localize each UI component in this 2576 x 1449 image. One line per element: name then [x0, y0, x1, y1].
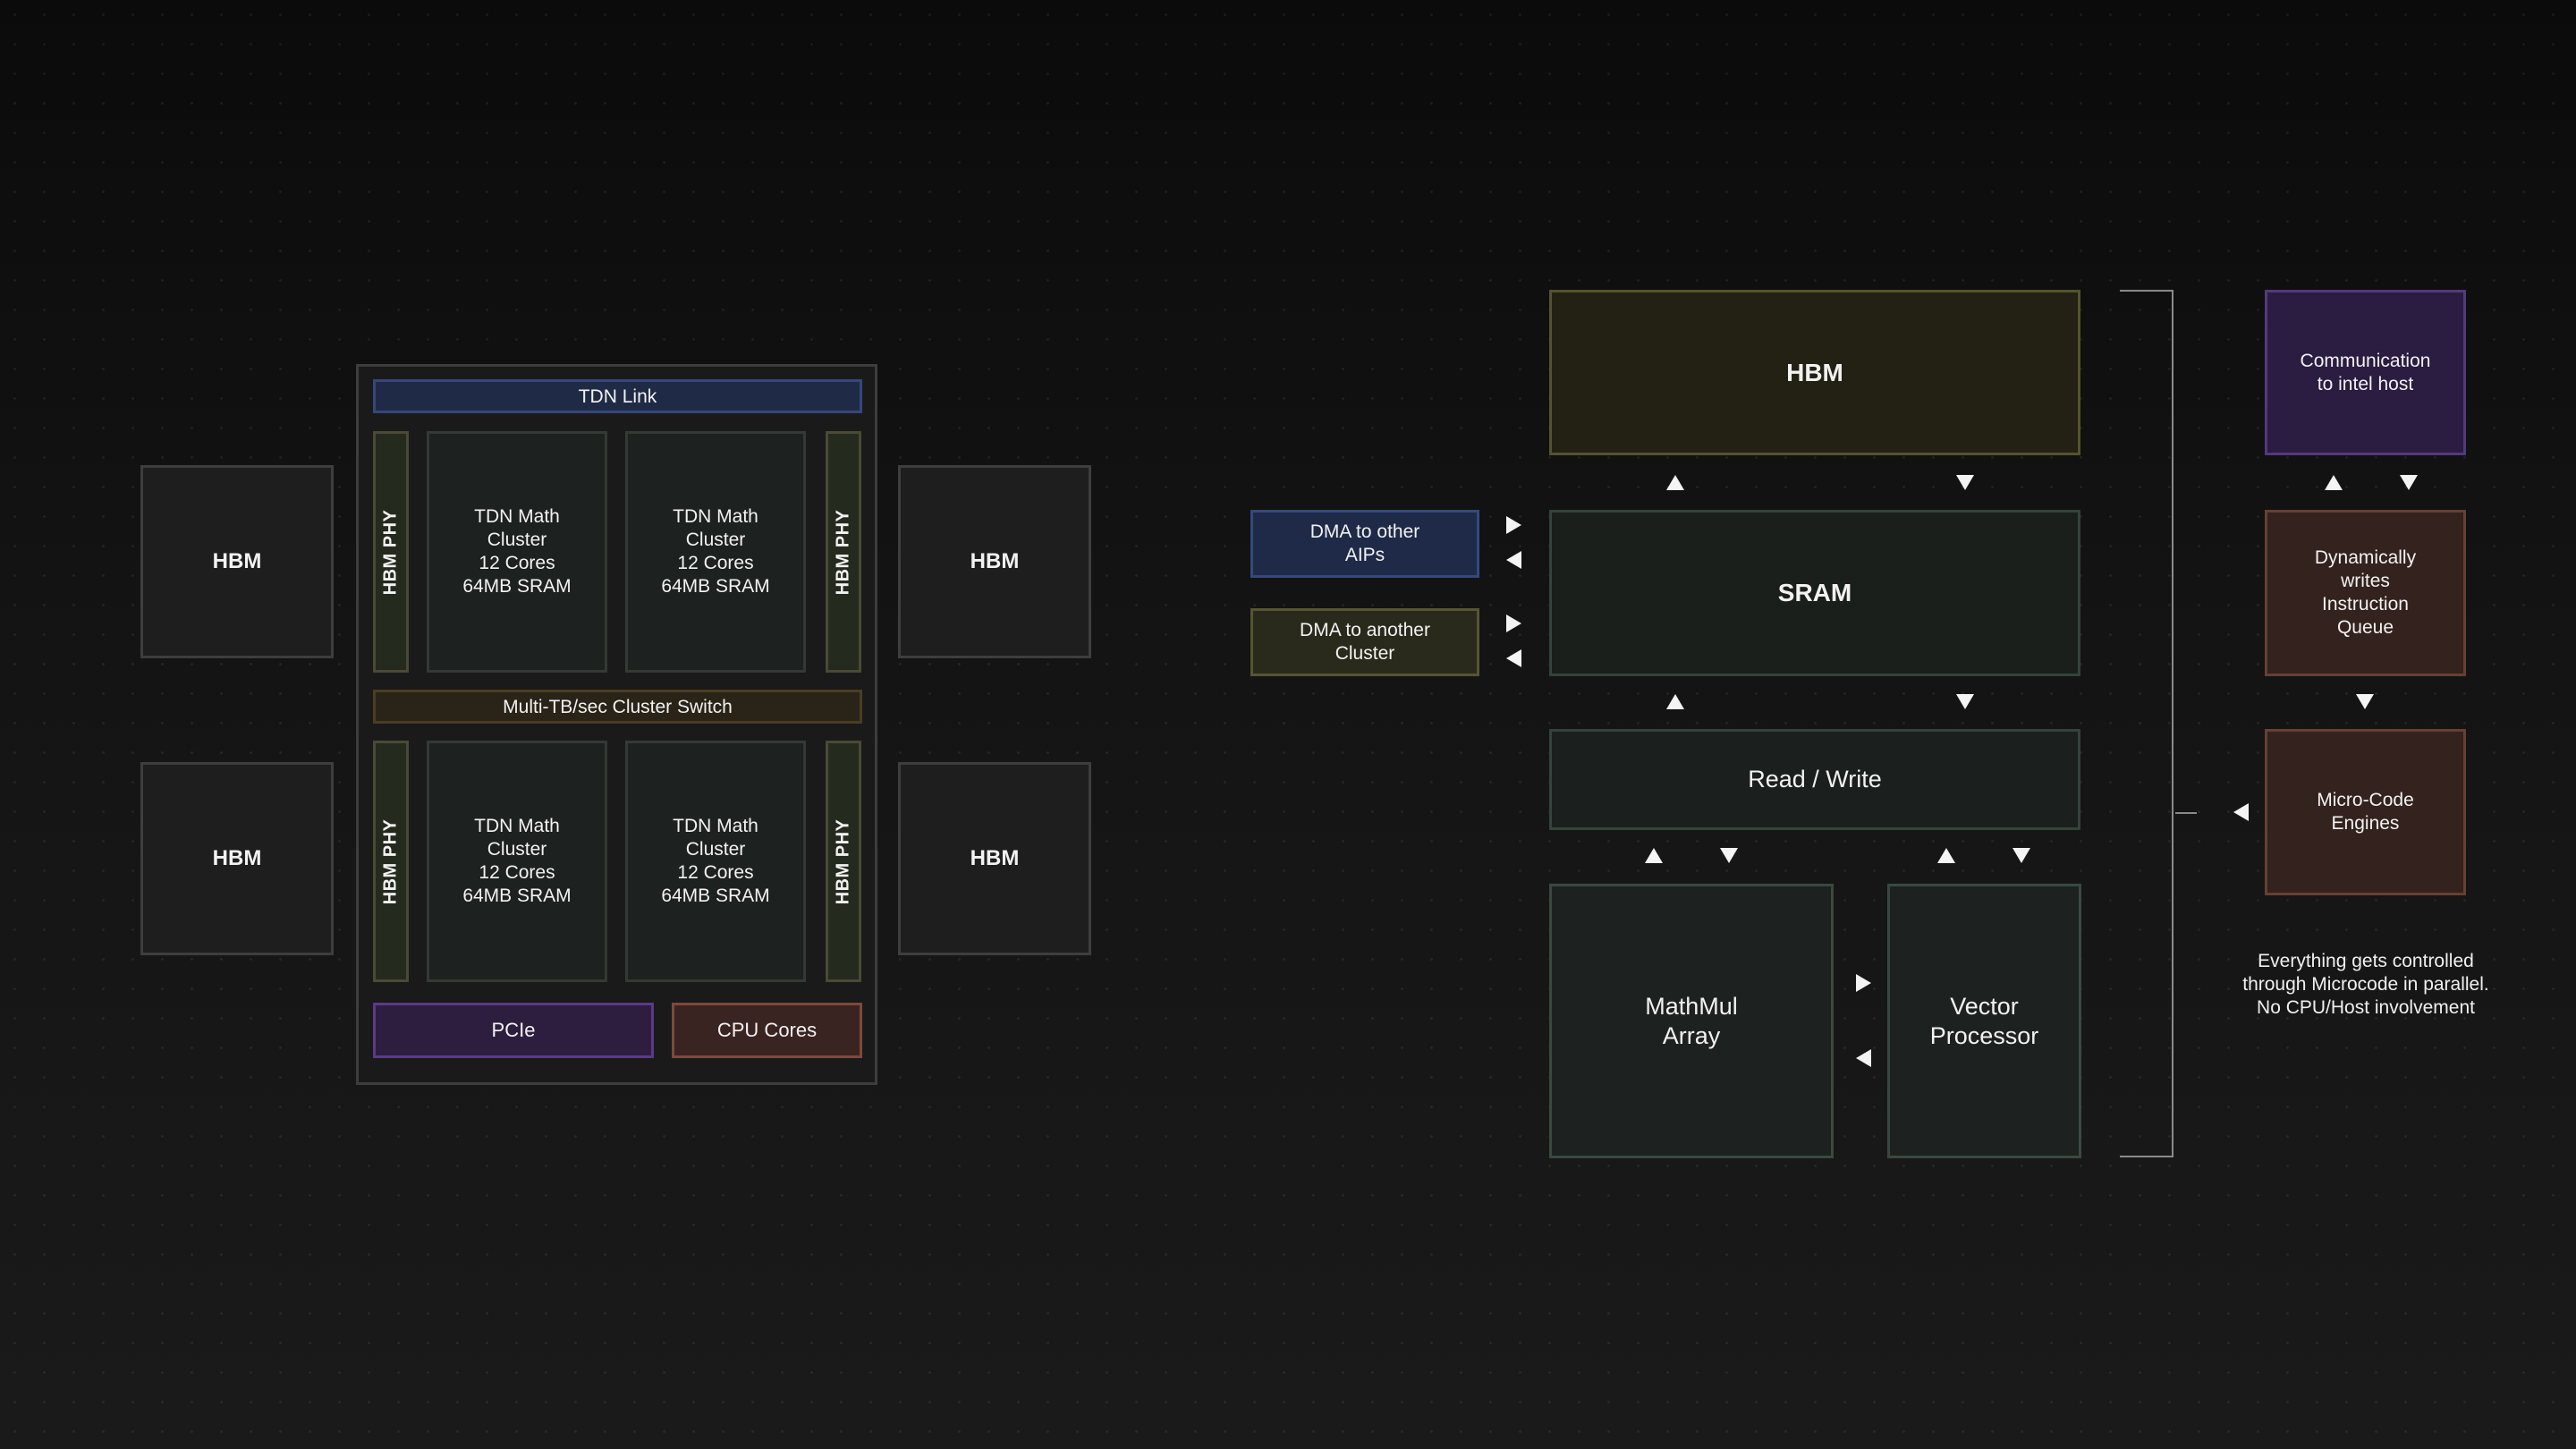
vector-up-arrow-icon: [1937, 848, 1955, 863]
vector-processor-block: Vector Processor: [1887, 884, 2081, 1158]
hbm-phy-top-right: HBM PHY: [826, 431, 861, 673]
communication-block: Communication to intel host: [2265, 290, 2466, 455]
control-bracket-tick: [2175, 812, 2197, 814]
microcode-engines-block: Micro-Code Engines: [2265, 729, 2466, 895]
hbm-block-top-left: HBM: [140, 465, 334, 658]
dma-aips-out-arrow-icon: [1506, 516, 1521, 534]
tdn-math-cluster-3: TDN Math Cluster 12 Cores 64MB SRAM: [427, 741, 607, 982]
mathmul-up-arrow-icon: [1645, 848, 1663, 863]
hbm-block-bottom-right: HBM: [898, 762, 1091, 955]
comm-up-arrow-icon: [2325, 475, 2343, 490]
hbm-block-bottom-left: HBM: [140, 762, 334, 955]
comm-down-arrow-icon: [2400, 475, 2418, 490]
hbm-down-arrow-icon: [1956, 475, 1974, 490]
dma-aips-in-arrow-icon: [1506, 551, 1521, 569]
tdn-math-cluster-2: TDN Math Cluster 12 Cores 64MB SRAM: [625, 431, 806, 673]
cpu-cores-block: CPU Cores: [672, 1003, 862, 1058]
hbm-phy-top-left: HBM PHY: [373, 431, 409, 673]
mathmul-array-block: MathMul Array: [1549, 884, 1834, 1158]
dma-other-aips-block: DMA to other AIPs: [1250, 510, 1479, 578]
vector-down-arrow-icon: [2012, 848, 2030, 863]
control-bracket: [2120, 290, 2174, 1157]
dma-another-cluster-block: DMA to another Cluster: [1250, 608, 1479, 676]
hbm-phy-bottom-left: HBM PHY: [373, 741, 409, 982]
sram-up-arrow-icon: [1666, 694, 1684, 709]
hbm-phy-label: HBM PHY: [380, 818, 401, 904]
microcode-to-bracket-arrow-icon: [2233, 803, 2249, 821]
microcode-note: Everything gets controlled through Micro…: [2242, 951, 2489, 1018]
hbm-up-arrow-icon: [1666, 475, 1684, 490]
dma-cluster-out-arrow-icon: [1506, 614, 1521, 632]
instruction-queue-block: Dynamically writes Instruction Queue: [2265, 510, 2466, 676]
pcie-block: PCIe: [373, 1003, 654, 1058]
queue-down-arrow-icon: [2356, 694, 2374, 709]
tdn-math-cluster-4: TDN Math Cluster 12 Cores 64MB SRAM: [625, 741, 806, 982]
hbm-phy-label: HBM PHY: [380, 509, 401, 595]
hbm-phy-label: HBM PHY: [833, 509, 853, 595]
tdn-math-cluster-1: TDN Math Cluster 12 Cores 64MB SRAM: [427, 431, 607, 673]
mathmul-down-arrow-icon: [1720, 848, 1738, 863]
sram-down-arrow-icon: [1956, 694, 1974, 709]
mathmul-to-vector-arrow-icon: [1856, 974, 1871, 992]
hbm-phy-bottom-right: HBM PHY: [826, 741, 861, 982]
vector-to-mathmul-arrow-icon: [1856, 1049, 1871, 1067]
dma-cluster-in-arrow-icon: [1506, 649, 1521, 667]
read-write-block: Read / Write: [1549, 729, 2080, 830]
tdn-link-bar: TDN Link: [373, 379, 862, 413]
cluster-switch-bar: Multi-TB/sec Cluster Switch: [373, 690, 862, 724]
hbm-memory-block: HBM: [1549, 290, 2080, 455]
sram-block: SRAM: [1549, 510, 2080, 676]
hbm-phy-label: HBM PHY: [833, 818, 853, 904]
hbm-block-top-right: HBM: [898, 465, 1091, 658]
